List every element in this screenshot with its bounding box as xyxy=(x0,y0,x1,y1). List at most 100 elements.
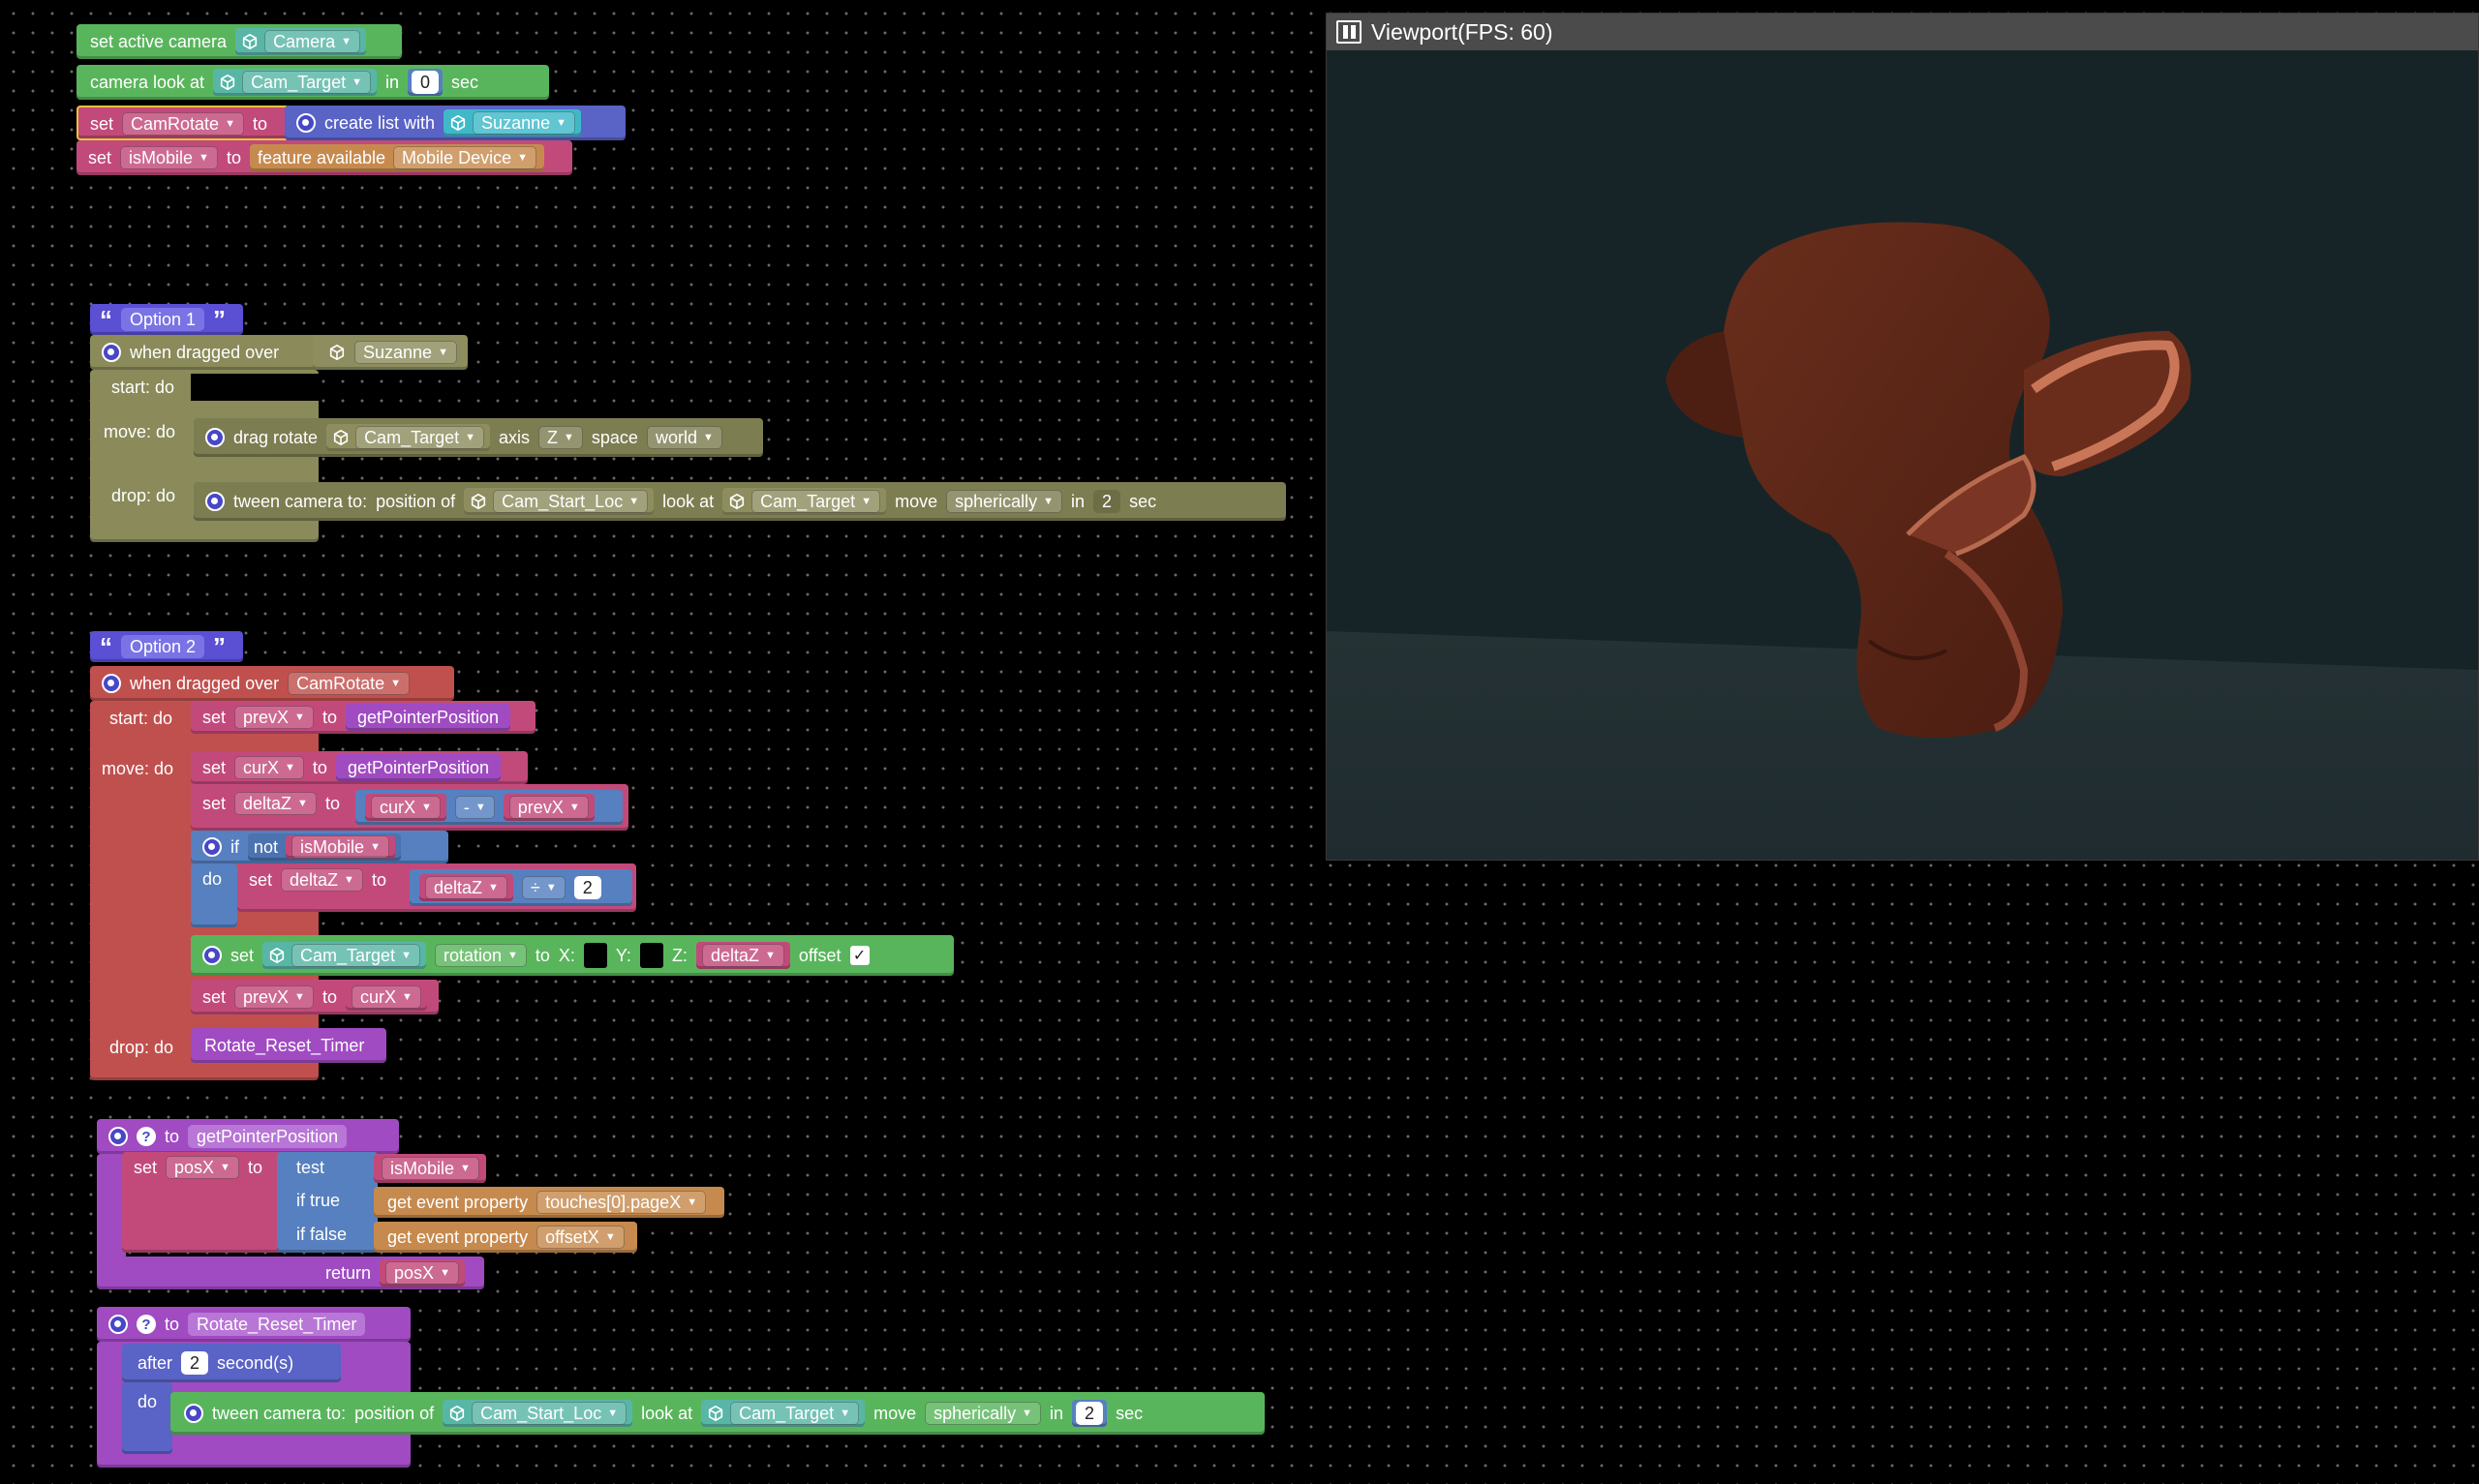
number-field[interactable]: 0 xyxy=(412,71,440,94)
suzanne-dropdown[interactable]: Suzanne ▼ xyxy=(354,341,457,364)
get-event-property-offsetx[interactable]: get event property offsetX ▼ xyxy=(374,1222,637,1253)
tween-camera-block-2[interactable]: tween camera to: position of Cam_Start_L… xyxy=(170,1392,1265,1435)
get-event-property-touches[interactable]: get event property touches[0].pageX ▼ xyxy=(374,1187,724,1218)
create-list-block[interactable]: create list with Suzanne ▼ xyxy=(285,106,626,140)
operator-dropdown[interactable]: ÷ ▼ xyxy=(521,876,566,899)
get-pointer-position-call[interactable]: getPointerPosition xyxy=(345,704,511,731)
drag-rotate-block[interactable]: drag rotate Cam_Target ▼ axis Z ▼ space wo… xyxy=(194,418,763,457)
set-active-camera-block[interactable]: set active camera Camera ▼ xyxy=(77,24,402,59)
rotate-reset-timer-call[interactable]: Rotate_Reset_Timer xyxy=(191,1028,386,1063)
operator-dropdown[interactable]: - ▼ xyxy=(454,796,495,819)
gear-icon[interactable] xyxy=(202,837,222,857)
suzanne-object-block-1[interactable]: Suzanne ▼ xyxy=(313,335,468,370)
cam-target-dropdown[interactable]: Cam_Target ▼ xyxy=(355,426,484,449)
set-deltaz-divide-block[interactable]: set deltaZ ▼ to deltaZ ▼ ÷ ▼ 2 xyxy=(237,863,636,912)
gear-icon[interactable] xyxy=(296,113,316,133)
mobile-device-dropdown[interactable]: Mobile Device ▼ xyxy=(393,146,536,169)
curx-getter[interactable]: curX ▼ xyxy=(345,984,427,1011)
help-icon[interactable]: ? xyxy=(137,1315,156,1334)
curx-dropdown[interactable]: curX ▼ xyxy=(234,756,304,779)
number-block[interactable]: 2 xyxy=(1072,1400,1108,1427)
y-value-slot[interactable] xyxy=(639,943,663,968)
drag-event-block-2[interactable]: when dragged over CamRotate ▼ xyxy=(90,666,454,701)
minus-math-block[interactable]: curX ▼ - ▼ prevX ▼ xyxy=(355,790,623,825)
set-curx-block[interactable]: set curX ▼ to getPointerPosition xyxy=(191,751,528,784)
tween-camera-block-1[interactable]: tween camera to: position of Cam_Start_L… xyxy=(194,482,1286,521)
set-rotation-block[interactable]: set Cam_Target ▼ rotation ▼ to X: Y: Z: de… xyxy=(191,935,954,976)
cam-target-object-block[interactable]: Cam_Target ▼ xyxy=(262,942,426,969)
number-field[interactable]: 2 xyxy=(573,876,601,899)
property-dropdown[interactable]: rotation ▼ xyxy=(434,944,527,967)
gear-icon[interactable] xyxy=(202,946,222,965)
cam-target-object-block[interactable]: Cam_Target ▼ xyxy=(213,69,377,96)
divide-math-block[interactable]: deltaZ ▼ ÷ ▼ 2 xyxy=(410,869,632,906)
prevx-dropdown[interactable]: prevX ▼ xyxy=(234,985,314,1009)
gear-icon[interactable] xyxy=(108,1127,128,1146)
option1-comment-block[interactable]: “ Option 1 ” xyxy=(90,304,243,335)
deltaz-dropdown[interactable]: deltaZ ▼ xyxy=(234,792,317,815)
cam-target-object-block[interactable]: Cam_Target ▼ xyxy=(326,424,490,451)
gear-icon[interactable] xyxy=(108,1315,128,1334)
help-icon[interactable]: ? xyxy=(137,1127,156,1146)
move-mode-dropdown[interactable]: spherically ▼ xyxy=(946,490,1063,513)
set-ismobile-block[interactable]: set isMobile ▼ to feature available Mobil… xyxy=(77,140,572,175)
posx-dropdown[interactable]: posX ▼ xyxy=(166,1156,239,1179)
camera-dropdown[interactable]: Camera ▼ xyxy=(264,30,360,53)
camrotate-dropdown[interactable]: CamRotate ▼ xyxy=(288,672,411,695)
comment-field[interactable]: Option 2 xyxy=(121,635,205,658)
number-field[interactable]: 2 xyxy=(1093,490,1121,513)
deltaz-getter[interactable]: deltaZ ▼ xyxy=(419,874,513,901)
suzanne-dropdown[interactable]: Suzanne ▼ xyxy=(473,111,575,135)
ternary-block[interactable]: test if true if false xyxy=(277,1152,378,1253)
cam-target-object-block[interactable]: Cam_Target ▼ xyxy=(701,1400,866,1427)
set-deltaz-block[interactable]: set deltaZ ▼ to curX ▼ - ▼ prevX ▼ xyxy=(191,784,628,831)
gear-icon[interactable] xyxy=(102,343,121,362)
get-pointer-position-call[interactable]: getPointerPosition xyxy=(335,754,502,781)
camrotate-var-dropdown[interactable]: CamRotate ▼ xyxy=(122,112,244,136)
function-rotate-reset-timer[interactable]: ? to Rotate_Reset_Timer xyxy=(97,1307,411,1342)
drag-event-block-1[interactable]: when dragged over xyxy=(90,335,319,370)
cam-start-loc-dropdown[interactable]: Cam_Start_Loc ▼ xyxy=(493,490,649,513)
curx-getter[interactable]: curX ▼ xyxy=(365,794,446,821)
gear-icon[interactable] xyxy=(205,492,225,511)
x-value-slot[interactable] xyxy=(583,943,607,968)
cam-target-object-block[interactable]: Cam_Target ▼ xyxy=(722,488,887,515)
axis-dropdown[interactable]: Z ▼ xyxy=(538,426,583,449)
space-dropdown[interactable]: world ▼ xyxy=(646,426,722,449)
ismobile-getter[interactable]: isMobile ▼ xyxy=(286,835,395,859)
feature-available-block[interactable]: feature available Mobile Device ▼ xyxy=(249,144,544,171)
prevx-dropdown[interactable]: prevX ▼ xyxy=(234,706,314,729)
gear-icon[interactable] xyxy=(102,674,121,693)
prevx-getter[interactable]: prevX ▼ xyxy=(503,794,595,821)
number-field[interactable]: 2 xyxy=(181,1351,209,1375)
cam-start-loc-object-block[interactable]: Cam_Start_Loc ▼ xyxy=(464,488,655,515)
viewport-canvas[interactable] xyxy=(1327,50,2478,860)
cam-start-loc-dropdown[interactable]: Cam_Start_Loc ▼ xyxy=(472,1402,627,1425)
if-block[interactable]: if not isMobile ▼ xyxy=(191,831,448,863)
cam-target-dropdown[interactable]: Cam_Target ▼ xyxy=(730,1402,860,1425)
ismobile-var-dropdown[interactable]: isMobile ▼ xyxy=(120,146,218,169)
pause-icon[interactable] xyxy=(1336,20,1362,44)
not-block[interactable]: not isMobile ▼ xyxy=(248,833,401,861)
function-name-field[interactable]: getPointerPosition xyxy=(188,1125,348,1148)
viewport-panel[interactable]: Viewport(FPS: 60) xyxy=(1326,13,2479,861)
option2-comment-block[interactable]: “ Option 2 ” xyxy=(90,631,243,662)
number-block[interactable]: 0 xyxy=(408,69,444,96)
comment-field[interactable]: Option 1 xyxy=(121,308,205,331)
event-property-dropdown[interactable]: offsetX ▼ xyxy=(536,1226,625,1249)
cam-target-dropdown[interactable]: Cam_Target ▼ xyxy=(242,71,371,94)
ismobile-getter[interactable]: isMobile ▼ xyxy=(374,1154,486,1183)
set-posx-block[interactable]: set posX ▼ to xyxy=(122,1152,283,1253)
gear-icon[interactable] xyxy=(205,428,225,447)
move-mode-dropdown[interactable]: spherically ▼ xyxy=(925,1402,1042,1425)
suzanne-object-block[interactable]: Suzanne ▼ xyxy=(444,109,581,136)
after-seconds-block[interactable]: after 2 second(s) xyxy=(122,1344,341,1382)
cam-start-loc-object-block[interactable]: Cam_Start_Loc ▼ xyxy=(443,1400,633,1427)
number-field[interactable]: 2 xyxy=(1076,1402,1104,1425)
function-name-field[interactable]: Rotate_Reset_Timer xyxy=(188,1313,366,1336)
set-camrotate-block[interactable]: set CamRotate ▼ to xyxy=(77,106,290,140)
function-getpointerposition[interactable]: ? to getPointerPosition xyxy=(97,1119,399,1154)
deltaz-getter[interactable]: deltaZ ▼ xyxy=(695,942,790,969)
event-property-dropdown[interactable]: touches[0].pageX ▼ xyxy=(536,1191,707,1214)
posx-getter[interactable]: posX ▼ xyxy=(380,1259,465,1287)
